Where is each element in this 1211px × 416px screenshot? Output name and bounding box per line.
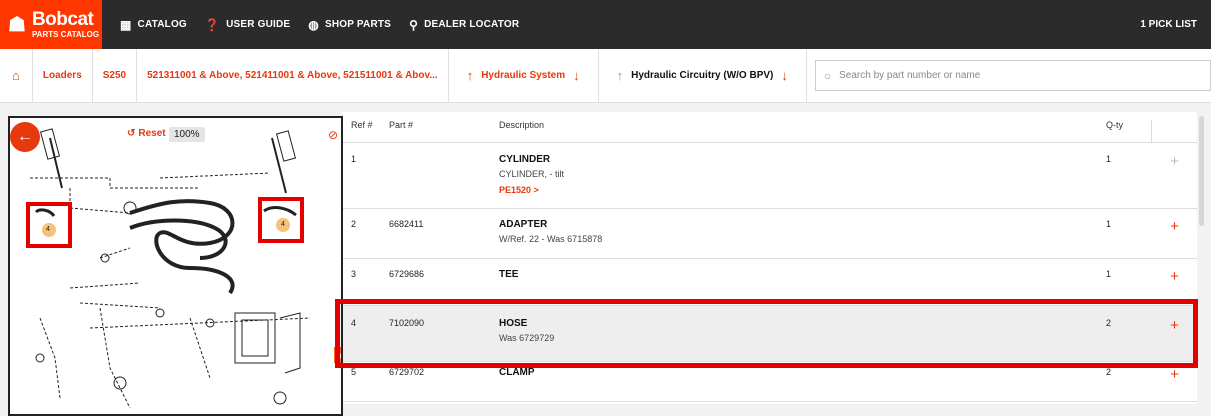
reset-icon: ↺ [127,128,136,139]
row-subtitle: W/Ref. 22 - Was 6715878 [499,234,603,244]
callout-number: 4 [281,221,285,228]
add-to-picklist-button[interactable]: + [1152,219,1197,234]
row-ref: 1 [351,154,357,164]
search-icon: ○ [823,68,832,83]
breadcrumb: ⌂ Loaders S250 521311001 & Above, 521411… [0,48,1211,103]
bobcat-logo-icon: ☗ [8,14,26,36]
plus-icon: + [1170,268,1179,285]
top-nav: ☗ Bobcat PARTS CATALOG ▦ CATALOG ❓ USER … [0,0,1211,49]
pin-icon: ⚲ [409,17,419,32]
breadcrumb-loaders[interactable]: Loaders [33,48,93,103]
diagram-drawing [30,128,311,409]
table-header: Ref # Part # Description Q-ty [343,112,1197,143]
add-to-picklist-button[interactable]: + [1152,367,1197,382]
table-row[interactable]: 2 6682411 ADAPTER W/Ref. 22 - Was 671587… [343,209,1197,259]
nav-dealer-locator-label: DEALER LOCATOR [424,19,520,30]
row-part: 6729686 [389,269,425,279]
row-subtitle: CYLINDER, - tilt [499,169,565,179]
plus-icon: + [1170,218,1179,235]
table-row[interactable]: 1 CYLINDER CYLINDER, - tilt PE1520 > 1 + [343,143,1197,209]
zoom-level: 100% [169,127,205,142]
row-part: 6682411 [389,219,424,229]
row-part: 6729702 [389,367,425,377]
hose-part-icon [263,206,297,232]
breadcrumb-system[interactable]: ↑ Hydraulic System ↓ [449,48,599,103]
row-description: CYLINDER CYLINDER, - tilt PE1520 > [499,154,1106,195]
arrow-up-icon: ↑ [466,68,474,83]
row-qty: 2 [1106,367,1112,377]
row-ref: 5 [351,367,357,377]
eye-off-icon[interactable]: ⊘ [328,128,338,142]
breadcrumb-model[interactable]: S250 [93,48,138,103]
header-description: Description [499,120,545,130]
bobcat-logo[interactable]: ☗ Bobcat PARTS CATALOG [0,0,102,49]
row-ref: 3 [351,269,357,279]
add-to-picklist-button[interactable]: + [1152,154,1197,169]
arrow-up-icon: ↑ [616,68,624,83]
nav-catalog-label: CATALOG [137,19,187,30]
arrow-down-icon: ↓ [781,68,788,83]
row-link[interactable]: PE1520 > [499,185,1106,195]
help-icon: ❓ [204,17,221,32]
search-input[interactable]: ○ Search by part number or name [814,60,1211,91]
nav-shop-parts-label: SHOP PARTS [324,19,392,30]
callout-highlight-right[interactable]: 4 [258,197,304,243]
search-placeholder: Search by part number or name [839,70,981,81]
nav-user-guide[interactable]: ❓ USER GUIDE [205,18,290,32]
pick-list-button[interactable]: 1 PICK LIST [1140,19,1197,30]
nav-dealer-locator[interactable]: ⚲ DEALER LOCATOR [409,18,519,32]
breadcrumb-serial[interactable]: 521311001 & Above, 521411001 & Above, 52… [137,48,449,103]
arrow-down-icon: ↓ [573,68,580,83]
row-description: ADAPTER W/Ref. 22 - Was 6715878 [499,219,1106,244]
reset-button[interactable]: ↺ Reset [127,128,166,139]
header-ref: Ref # [351,120,373,130]
table-scrollbar[interactable] [1199,116,1204,226]
breadcrumb-current-label: Hydraulic Circuitry (W/O BPV) [631,70,774,81]
row-ref: 2 [351,219,357,229]
row-title: CLAMP [499,367,535,378]
arrow-left-icon: ← [17,128,33,145]
nav-shop-parts[interactable]: ◍ SHOP PARTS [308,18,391,32]
row-qty: 1 [1106,269,1112,279]
breadcrumb-system-label: Hydraulic System [481,70,566,81]
home-icon[interactable]: ⌂ [0,48,33,103]
callout-number: 4 [46,226,50,233]
row-qty: 1 [1106,154,1112,164]
header-qty: Q-ty [1106,120,1152,143]
plus-icon: + [1170,366,1179,383]
brand-name: Bobcat [31,9,94,30]
row-title: TEE [499,269,519,280]
hose-part-icon [34,208,56,237]
row-title: ADAPTER [499,219,548,230]
row-title: CYLINDER [499,154,551,165]
back-button[interactable]: ← [10,122,40,152]
brand-sub: PARTS CATALOG [31,30,100,39]
globe-icon: ◍ [308,17,319,32]
nav-catalog[interactable]: ▦ CATALOG [120,18,187,32]
table-row[interactable]: 5 6729702 CLAMP 2 + [343,362,1197,402]
breadcrumb-current[interactable]: ↑ Hydraulic Circuitry (W/O BPV) ↓ [599,48,807,103]
row-description: TEE [499,269,1106,280]
row-description: CLAMP [499,367,1106,378]
nav-user-guide-label: USER GUIDE [226,19,291,30]
row-qty: 1 [1106,219,1112,229]
selected-row-highlight [335,299,1198,368]
header-part: Part # [389,120,414,130]
callout-highlight-left[interactable]: 4 [26,202,72,248]
plus-icon: + [1170,153,1179,170]
parts-diagram[interactable]: ← ↺ Reset 100% ⊘ 4 4 ◀ [8,116,343,416]
grid-icon: ▦ [120,17,132,32]
reset-label: Reset [138,128,166,139]
add-to-picklist-button[interactable]: + [1152,269,1197,284]
